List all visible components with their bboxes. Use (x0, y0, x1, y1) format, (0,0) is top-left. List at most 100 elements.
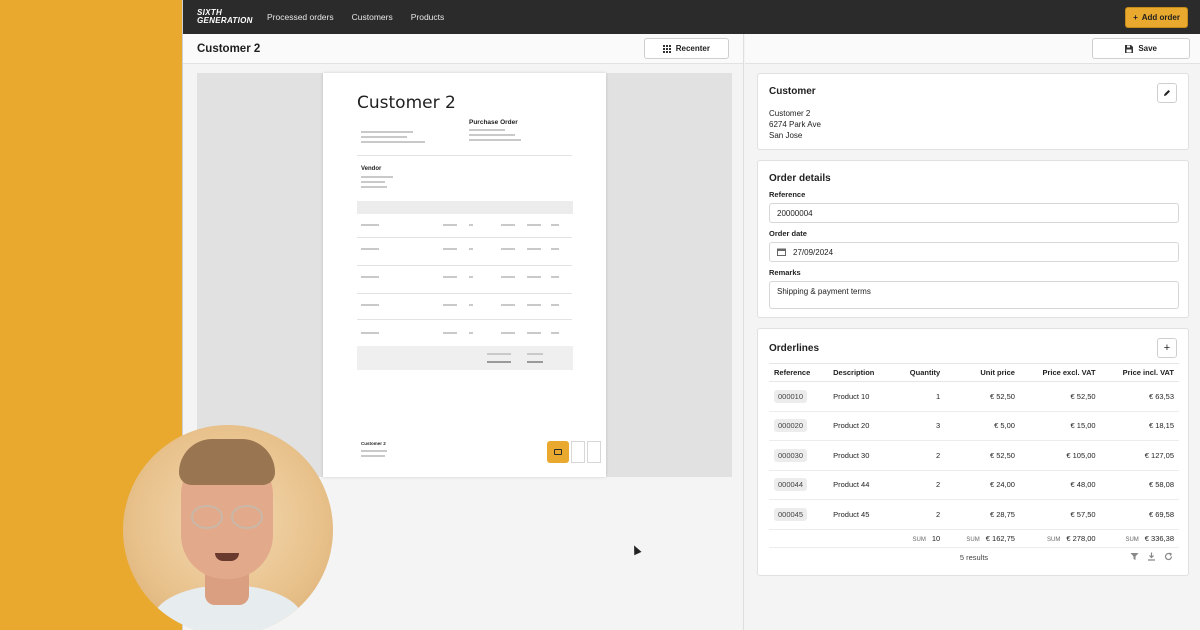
results-count: 5 results (959, 553, 989, 562)
col-price-incl-vat[interactable]: Price incl. VAT (1100, 363, 1179, 382)
remarks-value: Shipping & payment terms (777, 287, 871, 296)
doc-total-block (357, 346, 573, 370)
document-heading: Purchase Order (469, 119, 518, 126)
filter-icon[interactable] (1130, 552, 1139, 561)
unit-price-cell: € 5,00 (945, 411, 1020, 441)
order-date-label: Order date (769, 229, 807, 238)
page-thumbnail[interactable] (587, 441, 601, 463)
order-details-card: Order details Reference 20000004 Order d… (757, 160, 1189, 318)
purchase-order-document: Customer 2 Purchase Order Vendor Custome… (323, 73, 606, 477)
document-footer-name: Customer 2 (361, 441, 386, 446)
doc-text-line (361, 136, 407, 138)
doc-divider (357, 155, 572, 156)
quantity-cell: 2 (893, 470, 946, 500)
table-tools (1130, 552, 1173, 561)
order-form-header: Save (745, 34, 1200, 64)
excl-vat-sum: SUM € 278,00 (1019, 529, 1101, 548)
order-date-input[interactable]: 27/09/2024 (769, 242, 1179, 262)
table-row[interactable]: 000020 Product 20 3 € 5,00 € 15,00 € 18,… (769, 411, 1179, 441)
logo-stamp-icon (547, 441, 569, 463)
save-button[interactable]: Save (1092, 38, 1190, 59)
table-row[interactable]: 000010 Product 10 1 € 52,50 € 52,50 € 63… (769, 381, 1179, 412)
calendar-icon (777, 248, 786, 256)
document-panel-header: Customer 2 Recenter (183, 34, 743, 64)
incl-vat-cell: € 18,15 (1100, 411, 1179, 441)
unit-price-sum: SUM € 162,75 (945, 529, 1020, 548)
reference-input[interactable]: 20000004 (769, 203, 1179, 223)
quantity-cell: 2 (893, 440, 946, 471)
quantity-cell: 1 (893, 381, 946, 412)
refresh-icon[interactable] (1164, 552, 1173, 561)
download-icon[interactable] (1147, 552, 1156, 561)
doc-divider (357, 319, 572, 320)
customer-address: Customer 2 6274 Park Ave San Jose (769, 108, 821, 141)
order-form-panel: Save Customer Customer 2 6274 Park Ave S… (745, 34, 1200, 630)
doc-text-line (469, 134, 515, 136)
reference-pill: 000010 (774, 389, 808, 403)
edit-customer-button[interactable] (1157, 83, 1177, 103)
document-vendor-heading: Vendor (361, 166, 382, 172)
table-header-row: Reference Description Quantity Unit pric… (769, 363, 1179, 382)
mouse-cursor-icon (630, 543, 642, 556)
col-reference[interactable]: Reference (769, 363, 829, 382)
recenter-button[interactable]: Recenter (643, 38, 729, 59)
orderlines-table: Reference Description Quantity Unit pric… (769, 363, 1179, 548)
page-title: Customer 2 (197, 42, 261, 55)
incl-vat-cell: € 58,08 (1100, 470, 1179, 500)
results-footer: 5 results (769, 549, 1179, 566)
col-description[interactable]: Description (828, 363, 894, 382)
nav-processed-orders[interactable]: Processed orders (267, 12, 334, 22)
orderlines-card: Orderlines + Reference Description Quant… (757, 328, 1189, 576)
order-details-title: Order details (769, 173, 831, 184)
app-window: SIXTH GENERATION Processed orders Custom… (182, 0, 1200, 630)
document-title: Customer 2 (357, 93, 456, 113)
quantity-cell: 3 (893, 411, 946, 441)
table-row[interactable]: 000030 Product 30 2 € 52,50 € 105,00 € 1… (769, 440, 1179, 471)
add-orderline-button[interactable]: + (1157, 338, 1177, 358)
doc-text-line (361, 450, 387, 452)
description-cell: Product 10 (828, 381, 894, 412)
sum-label: SUM (1125, 536, 1139, 543)
doc-divider (357, 265, 572, 266)
doc-text-line (361, 455, 385, 457)
main-nav: Processed orders Customers Products (267, 12, 444, 22)
top-nav-bar: SIXTH GENERATION Processed orders Custom… (183, 0, 1200, 34)
webcam-hair (179, 439, 275, 485)
remarks-label: Remarks (769, 268, 801, 277)
page-thumbnail[interactable] (571, 441, 585, 463)
orderlines-title: Orderlines (769, 343, 820, 354)
col-unit-price[interactable]: Unit price (945, 363, 1020, 382)
unit-price-cell: € 24,00 (945, 470, 1020, 500)
nav-customers[interactable]: Customers (352, 12, 393, 22)
doc-table-header (357, 201, 573, 214)
reference-label: Reference (769, 190, 806, 199)
add-order-button[interactable]: + Add order (1125, 6, 1188, 28)
col-price-excl-vat[interactable]: Price excl. VAT (1019, 363, 1101, 382)
address-line: 6274 Park Ave (769, 120, 821, 129)
doc-text-line (361, 131, 413, 133)
doc-text-line (469, 129, 505, 131)
reference-pill: 000044 (774, 478, 808, 492)
doc-divider (357, 237, 572, 238)
glasses-icon (191, 505, 223, 529)
plus-icon: + (1163, 342, 1171, 354)
plus-icon: + (1133, 12, 1138, 22)
unit-price-cell: € 52,50 (945, 381, 1020, 412)
save-icon (1125, 44, 1134, 53)
doc-text-line (361, 176, 393, 178)
remarks-textarea[interactable]: Shipping & payment terms (769, 281, 1179, 309)
col-quantity[interactable]: Quantity (893, 363, 946, 382)
recenter-label: Recenter (675, 44, 710, 53)
doc-text-line (361, 186, 387, 188)
sum-label: SUM (1047, 536, 1061, 543)
table-row[interactable]: 000044 Product 44 2 € 24,00 € 48,00 € 58… (769, 470, 1179, 500)
table-row[interactable]: 000045 Product 45 2 € 28,75 € 57,50 € 69… (769, 499, 1179, 530)
sum-row: SUM 10 SUM € 162,75 SUM € 278,00 SUM € 336,3… (769, 529, 1179, 548)
sum-label: SUM (966, 536, 980, 543)
document-viewer[interactable]: Customer 2 Purchase Order Vendor Custome… (197, 73, 732, 477)
excl-vat-cell: € 48,00 (1019, 470, 1101, 500)
excl-vat-cell: € 15,00 (1019, 411, 1101, 441)
nav-products[interactable]: Products (411, 12, 445, 22)
address-line: Customer 2 (769, 109, 811, 118)
glasses-icon (231, 505, 263, 529)
